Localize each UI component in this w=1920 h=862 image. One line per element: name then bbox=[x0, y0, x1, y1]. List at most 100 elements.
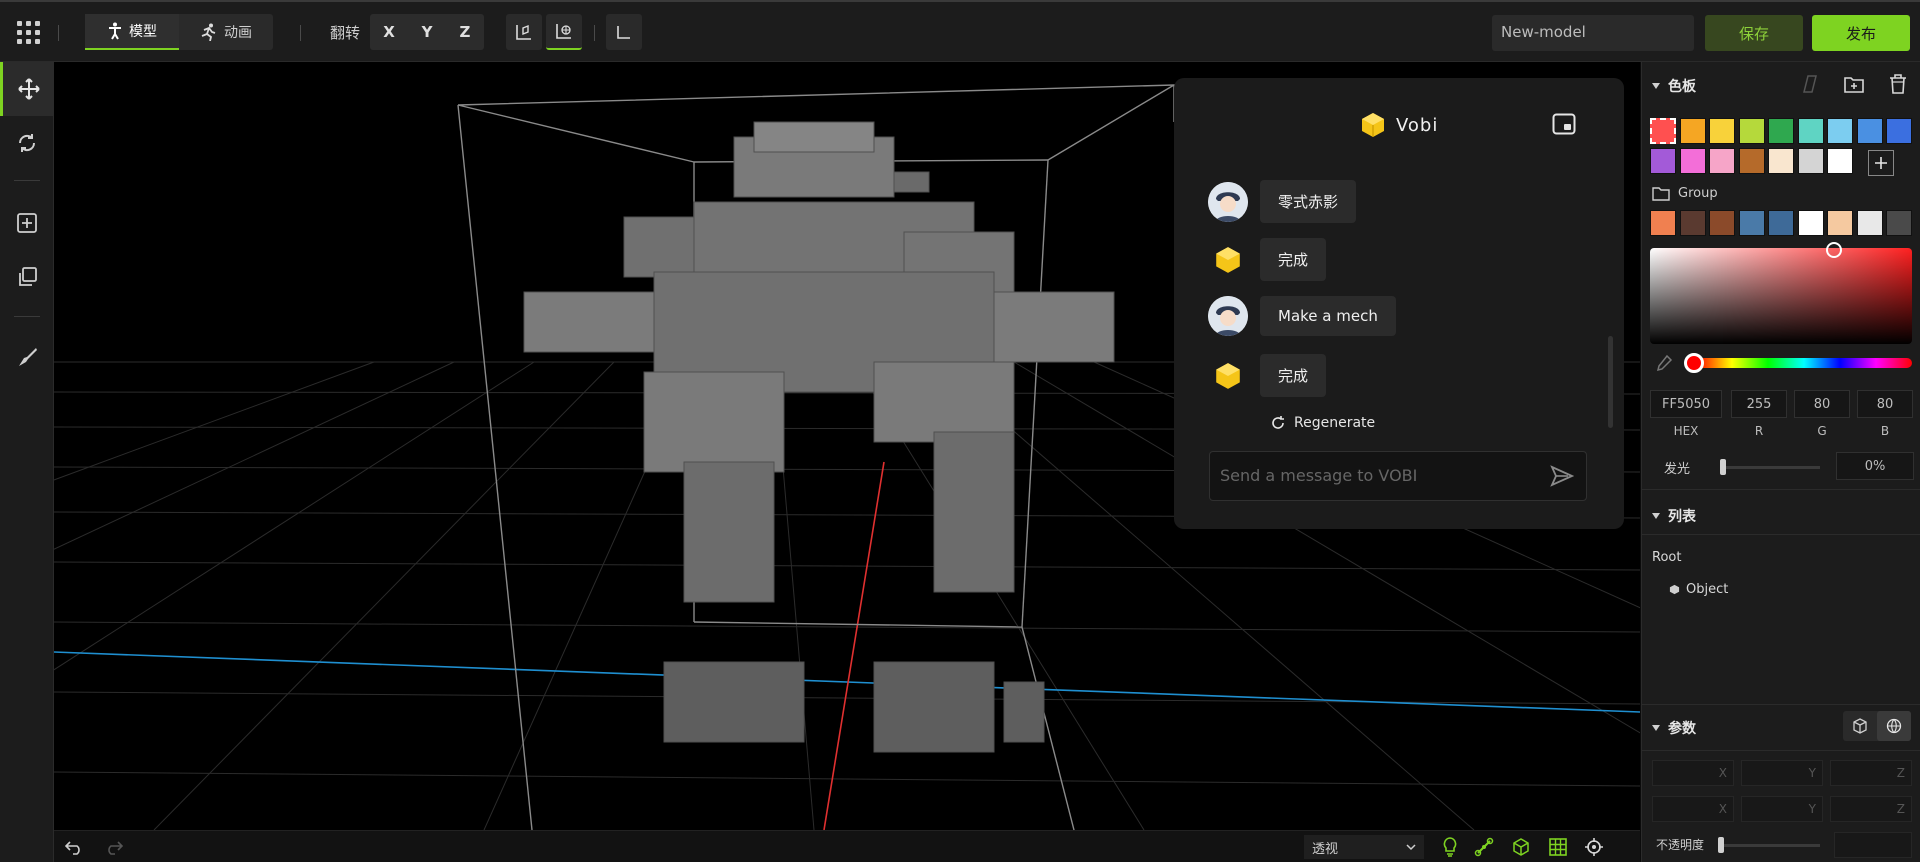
group-swatch[interactable] bbox=[1797, 210, 1824, 236]
grid-toggle[interactable] bbox=[1548, 837, 1568, 857]
snap-axis-button[interactable] bbox=[606, 14, 642, 50]
world-space-button[interactable] bbox=[546, 14, 582, 50]
bounding-box-toggle[interactable] bbox=[1511, 837, 1531, 857]
object-cube-icon bbox=[1669, 584, 1680, 595]
position-x-input[interactable]: X bbox=[1652, 760, 1734, 786]
position-y-input[interactable]: Y bbox=[1741, 760, 1823, 786]
world-space-toggle[interactable] bbox=[1877, 711, 1911, 741]
delete-palette-button[interactable] bbox=[1886, 72, 1910, 96]
picture-in-picture-button[interactable] bbox=[1552, 113, 1576, 135]
list-section-header[interactable]: 列表 bbox=[1652, 506, 1696, 526]
palette-swatch[interactable] bbox=[1768, 118, 1794, 144]
position-z-input[interactable]: Z bbox=[1830, 760, 1912, 786]
apps-grid-icon[interactable] bbox=[14, 18, 42, 46]
tab-model[interactable]: 模型 bbox=[85, 14, 179, 50]
palette-section-header[interactable]: 色板 bbox=[1652, 76, 1696, 96]
group-swatch[interactable] bbox=[1650, 210, 1676, 236]
import-palette-button[interactable] bbox=[1842, 72, 1866, 96]
tree-root-item[interactable]: Root bbox=[1652, 550, 1681, 565]
group-swatch[interactable] bbox=[1856, 210, 1883, 236]
palette-swatch[interactable] bbox=[1886, 118, 1912, 144]
add-tool-button[interactable] bbox=[0, 196, 54, 250]
flip-y-button[interactable]: Y bbox=[408, 14, 446, 50]
group-swatch[interactable] bbox=[1768, 210, 1794, 236]
cube-icon bbox=[1853, 718, 1867, 734]
undo-button[interactable] bbox=[64, 837, 84, 857]
tab-animation[interactable]: 动画 bbox=[179, 14, 273, 50]
add-color-button[interactable] bbox=[1868, 150, 1894, 176]
flip-x-button[interactable]: X bbox=[370, 14, 408, 50]
hue-handle[interactable] bbox=[1684, 353, 1704, 373]
view-mode-select[interactable]: 透视 bbox=[1304, 835, 1424, 859]
rotate-tool-button[interactable] bbox=[0, 116, 54, 170]
tree-object-item[interactable]: Object bbox=[1669, 582, 1728, 597]
mode-switch: 模型 动画 bbox=[85, 14, 273, 50]
chat-scrollbar[interactable] bbox=[1608, 336, 1613, 428]
g-input[interactable]: 80 bbox=[1794, 390, 1850, 418]
move-tool-button[interactable] bbox=[0, 62, 54, 116]
emission-value-input[interactable]: 0% bbox=[1836, 452, 1914, 480]
b-input[interactable]: 80 bbox=[1857, 390, 1913, 418]
eyedropper-button[interactable] bbox=[1652, 351, 1676, 375]
rotation-y-input[interactable]: Y bbox=[1741, 796, 1823, 822]
lightbulb-icon bbox=[1443, 837, 1457, 857]
r-input[interactable]: 255 bbox=[1731, 390, 1787, 418]
opacity-slider-handle[interactable] bbox=[1718, 837, 1724, 853]
hex-input[interactable]: FF5050 bbox=[1650, 390, 1722, 418]
group-swatch[interactable] bbox=[1709, 210, 1735, 236]
group-label: Group bbox=[1678, 186, 1718, 201]
save-button[interactable]: 保存 bbox=[1705, 15, 1803, 51]
paint-tool-button[interactable] bbox=[0, 330, 54, 384]
emission-slider[interactable] bbox=[1722, 466, 1820, 469]
palette-swatch[interactable] bbox=[1679, 118, 1706, 144]
palette-swatch[interactable] bbox=[1709, 118, 1735, 144]
light-toggle[interactable] bbox=[1440, 837, 1460, 857]
picker-handle[interactable] bbox=[1826, 242, 1842, 258]
regenerate-button[interactable]: Regenerate bbox=[1270, 415, 1375, 431]
standing-figure-icon bbox=[109, 22, 121, 40]
local-space-toggle[interactable] bbox=[1843, 711, 1877, 741]
hue-slider[interactable] bbox=[1684, 353, 1912, 373]
group-swatch[interactable] bbox=[1827, 210, 1853, 236]
send-button[interactable] bbox=[1550, 465, 1575, 491]
globe-icon bbox=[1886, 718, 1902, 734]
palette-swatch[interactable] bbox=[1827, 148, 1853, 174]
divider bbox=[1642, 534, 1920, 535]
palette-swatch[interactable] bbox=[1797, 118, 1824, 144]
duplicate-tool-button[interactable] bbox=[0, 250, 54, 304]
opacity-value-input[interactable] bbox=[1834, 832, 1912, 858]
color-group[interactable]: Group bbox=[1652, 186, 1718, 201]
redo-button[interactable] bbox=[104, 837, 124, 857]
palette-swatch[interactable] bbox=[1709, 148, 1735, 174]
group-swatch[interactable] bbox=[1738, 210, 1765, 236]
message-bubble: 零式赤影 bbox=[1260, 180, 1357, 223]
vobi-cube-icon bbox=[1362, 113, 1384, 137]
view-mode-value: 透视 bbox=[1312, 841, 1339, 857]
focus-toggle[interactable] bbox=[1584, 837, 1604, 857]
palette-swatch-selected[interactable] bbox=[1650, 118, 1676, 144]
palette-preset-button[interactable] bbox=[1798, 72, 1822, 96]
rotation-z-input[interactable]: Z bbox=[1830, 796, 1912, 822]
local-space-button[interactable] bbox=[506, 14, 542, 50]
flip-z-button[interactable]: Z bbox=[446, 14, 484, 50]
palette-swatch[interactable] bbox=[1738, 118, 1765, 144]
rotation-x-input[interactable]: X bbox=[1652, 796, 1734, 822]
group-swatch[interactable] bbox=[1679, 210, 1706, 236]
palette-swatch[interactable] bbox=[1797, 148, 1824, 174]
palette-swatch[interactable] bbox=[1650, 148, 1676, 174]
palette-swatch[interactable] bbox=[1738, 148, 1765, 174]
params-section-header[interactable]: 参数 bbox=[1652, 718, 1696, 738]
model-name-input[interactable]: New-model bbox=[1492, 15, 1694, 51]
publish-button[interactable]: 发布 bbox=[1812, 15, 1910, 51]
palette-swatch[interactable] bbox=[1827, 118, 1853, 144]
bottom-bar: 透视 bbox=[54, 830, 1640, 862]
emission-slider-handle[interactable] bbox=[1720, 459, 1726, 475]
group-swatch[interactable] bbox=[1886, 210, 1912, 236]
saturation-value-picker[interactable] bbox=[1650, 242, 1912, 344]
opacity-slider[interactable] bbox=[1720, 844, 1820, 847]
palette-swatch[interactable] bbox=[1768, 148, 1794, 174]
palette-swatch[interactable] bbox=[1856, 118, 1883, 144]
chat-message-input[interactable]: Send a message to VOBI bbox=[1209, 451, 1587, 501]
bone-toggle[interactable] bbox=[1474, 837, 1494, 857]
palette-swatch[interactable] bbox=[1679, 148, 1706, 174]
